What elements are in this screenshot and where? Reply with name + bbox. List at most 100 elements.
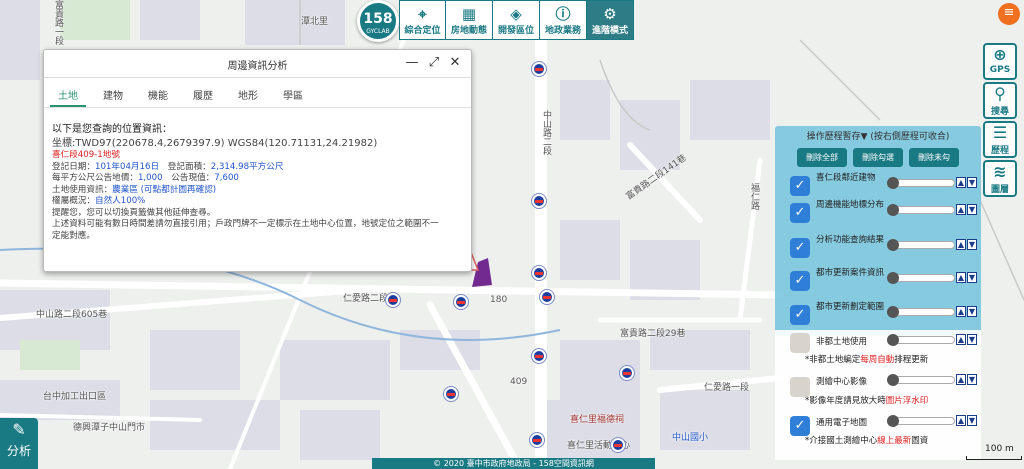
search-button[interactable]: ⚲ 搜尋: [983, 82, 1017, 119]
opacity-slider[interactable]: [887, 334, 955, 346]
close-icon[interactable]: ✕: [448, 55, 462, 70]
slider-knob[interactable]: [887, 415, 899, 427]
arrow-up-icon[interactable]: ▲: [956, 239, 966, 250]
layer-name: 測繪中心影像: [816, 377, 868, 387]
present-value-label: 公告現值：: [171, 173, 215, 183]
parcel-number[interactable]: 喜仁段409-1地號: [52, 150, 471, 162]
slider-knob[interactable]: [887, 306, 899, 318]
reg-date-value: 101年04月16日: [94, 161, 160, 172]
tab-building[interactable]: 建物: [95, 78, 131, 107]
slider-knob[interactable]: [887, 177, 899, 189]
map-marker[interactable]: [532, 266, 546, 280]
map-marker[interactable]: [454, 295, 468, 309]
tab-history[interactable]: 履歷: [185, 78, 221, 107]
ownership-value: 自然人100%: [94, 196, 146, 206]
map-marker[interactable]: [532, 62, 546, 76]
arrow-down-icon[interactable]: ▼: [967, 306, 977, 317]
opacity-slider[interactable]: [887, 272, 955, 284]
land-affairs-button[interactable]: ⓘ 地政業務: [540, 0, 587, 40]
map-label-epz: 台中加工出口區: [43, 392, 107, 402]
layer-checkbox[interactable]: ✓: [790, 176, 810, 196]
top-toolbar: ⌖ 綜合定位 ▦ 房地動態 ◈ 開發區位 ⓘ 地政業務 ⚙ 進階模式: [399, 0, 634, 40]
zoning-value[interactable]: 農業區 (可點都計圖再確認): [112, 185, 216, 195]
locate-button[interactable]: ⌖ 綜合定位: [399, 0, 446, 40]
reg-area-label: 登記面積：: [167, 161, 211, 172]
arrow-up-icon[interactable]: ▲: [956, 272, 966, 283]
arrow-up-icon[interactable]: ▲: [956, 177, 966, 188]
map-marker[interactable]: [620, 366, 634, 380]
development-button[interactable]: ◈ 開發區位: [493, 0, 540, 40]
history-button[interactable]: ☰ 歷程: [983, 121, 1017, 158]
arrow-up-icon[interactable]: ▲: [956, 334, 966, 345]
arrow-down-icon[interactable]: ▼: [967, 177, 977, 188]
layer-checkbox[interactable]: ✓: [790, 416, 810, 436]
menu-button[interactable]: ≡: [998, 3, 1020, 25]
logo-subtitle: GYCLAB: [366, 28, 390, 35]
opacity-slider[interactable]: [887, 306, 955, 318]
reminder-line-2: 上述資料可能有數日時間差請勿直接引用；戶政門牌不一定標示在土地中心位置，地號定位…: [52, 219, 439, 229]
layers-button-label: 圖層: [990, 185, 1009, 195]
opacity-slider[interactable]: [887, 177, 955, 189]
slider-knob[interactable]: [887, 334, 899, 346]
dialog-tabs: 土地 建物 機能 履歷 地形 學區: [44, 78, 471, 108]
layer-checkbox[interactable]: ✓: [790, 305, 810, 325]
note-highlight: 線上最新: [877, 436, 912, 446]
minimize-icon[interactable]: —: [405, 55, 419, 70]
map-marker[interactable]: [532, 194, 546, 208]
layer-checkbox[interactable]: [790, 333, 810, 353]
advanced-mode-button[interactable]: ⚙ 進階模式: [587, 0, 634, 40]
delete-all-button[interactable]: 刪除全部: [797, 148, 847, 167]
layer-name: 周邊機能地標分布: [816, 200, 885, 210]
gps-button-label: GPS: [989, 65, 1011, 75]
property-button-label: 房地動態: [450, 26, 487, 36]
map-marker[interactable]: [532, 349, 546, 363]
opacity-slider[interactable]: [887, 204, 955, 216]
delete-unchecked-button[interactable]: 刪除未勾: [909, 148, 959, 167]
delete-checked-button[interactable]: 刪除勾選: [853, 148, 903, 167]
list-icon: ☰: [992, 123, 1008, 142]
arrow-down-icon[interactable]: ▼: [967, 239, 977, 250]
slider-knob[interactable]: [887, 272, 899, 284]
layer-checkbox[interactable]: ✓: [790, 203, 810, 223]
layer-checkbox[interactable]: ✓: [790, 238, 810, 258]
scale-label: 100 m: [985, 444, 1014, 454]
maximize-icon[interactable]: ⤢: [427, 55, 441, 70]
opacity-slider[interactable]: [887, 374, 955, 386]
map-marker[interactable]: [444, 387, 458, 401]
tab-function[interactable]: 機能: [140, 78, 176, 107]
property-button[interactable]: ▦ 房地動態: [446, 0, 493, 40]
note-text: 圖資: [911, 436, 929, 446]
slider-knob[interactable]: [887, 374, 899, 386]
layer-name: 喜仁段鄰近建物: [816, 173, 876, 183]
layers-button[interactable]: ≋ 圖層: [983, 160, 1017, 197]
layer-name: 都市更新劃定範圍: [816, 302, 885, 312]
tab-terrain[interactable]: 地形: [230, 78, 266, 107]
gps-button[interactable]: ⊕ GPS: [983, 43, 1017, 80]
site-logo[interactable]: 158 GYCLAB: [357, 0, 399, 42]
tab-school-district[interactable]: 學區: [275, 78, 311, 107]
slider-knob[interactable]: [887, 204, 899, 216]
slider-knob[interactable]: [887, 239, 899, 251]
search-button-label: 搜尋: [990, 107, 1009, 117]
development-button-label: 開發區位: [497, 26, 534, 36]
arrow-down-icon[interactable]: ▼: [967, 204, 977, 215]
arrow-down-icon[interactable]: ▼: [967, 415, 977, 426]
arrow-up-icon[interactable]: ▲: [956, 415, 966, 426]
arrow-up-icon[interactable]: ▲: [956, 204, 966, 215]
opacity-slider[interactable]: [887, 239, 955, 251]
map-marker[interactable]: [540, 290, 554, 304]
arrow-down-icon[interactable]: ▼: [967, 272, 977, 283]
layer-checkbox[interactable]: ✓: [790, 271, 810, 291]
opacity-slider[interactable]: [887, 415, 955, 427]
map-marker[interactable]: [611, 438, 625, 452]
arrow-up-icon[interactable]: ▲: [956, 306, 966, 317]
arrow-down-icon[interactable]: ▼: [967, 374, 977, 385]
arrow-up-icon[interactable]: ▲: [956, 374, 966, 385]
analysis-button[interactable]: ✎ 分析: [0, 418, 38, 469]
arrow-down-icon[interactable]: ▼: [967, 334, 977, 345]
tab-land[interactable]: 土地: [50, 78, 86, 107]
history-panel-title[interactable]: 操作歷程暫存▼ (按右側歷程可收合): [775, 129, 981, 142]
map-marker[interactable]: [386, 293, 400, 307]
map-marker[interactable]: [530, 433, 544, 447]
road-label-fugui1: 富貴路一段: [53, 0, 63, 45]
